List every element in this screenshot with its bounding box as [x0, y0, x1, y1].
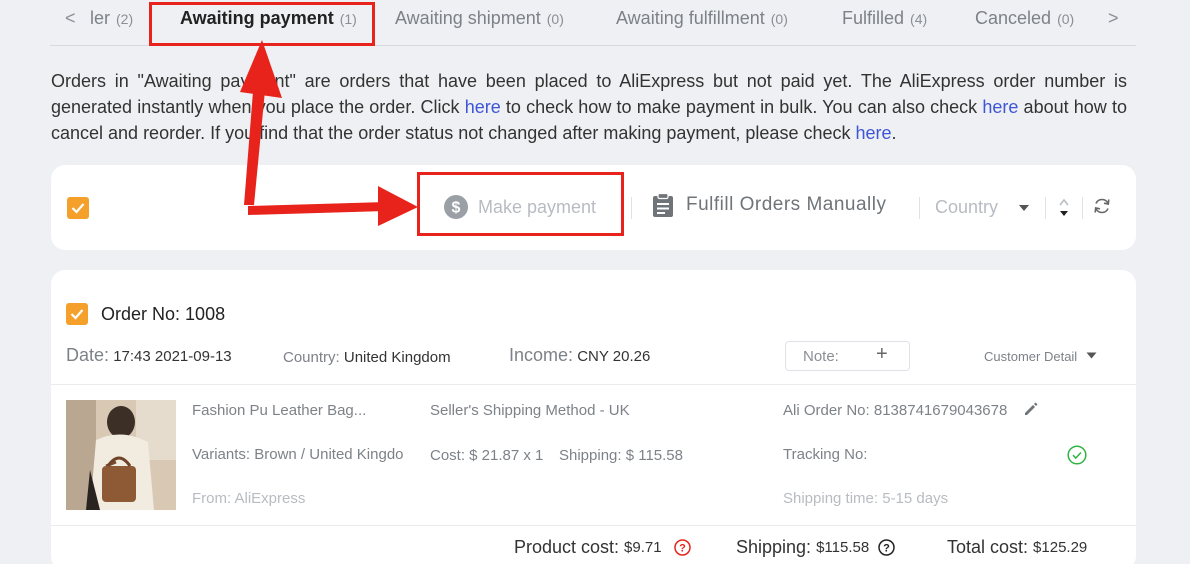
order-number: Order No: 1008 [101, 304, 225, 325]
tab-awaiting-shipment[interactable]: Awaiting shipment (0) [395, 8, 564, 29]
refresh-icon [1094, 198, 1110, 214]
tab-awaiting-order[interactable]: ler (2) [90, 8, 133, 29]
shipping-method[interactable]: Seller's Shipping Method - UK [430, 402, 630, 419]
order-country: Country: United Kingdom [283, 349, 451, 366]
sort-icon [1059, 198, 1069, 216]
note-label: Note: [803, 348, 839, 365]
product-variants: Variants: Brown / United Kingdo [192, 446, 404, 463]
order-date: Date: 17:43 2021-09-13 [66, 345, 232, 366]
edit-pencil-icon[interactable] [1023, 401, 1039, 417]
shipping-total-label: Shipping: [736, 537, 812, 557]
tab-awaiting-fulfillment[interactable]: Awaiting fulfillment (0) [616, 8, 788, 29]
product-source: From: AliExpress [192, 490, 306, 507]
fulfill-orders-manually-label: Fulfill Orders Manually [686, 194, 887, 215]
total-cost-label: Total cost: [947, 537, 1029, 557]
tab-count: (1) [339, 11, 357, 27]
order-date-value: 17:43 2021-09-13 [113, 348, 232, 365]
cancel-reorder-help-link[interactable]: here [982, 97, 1018, 117]
refresh-button[interactable] [1093, 197, 1111, 220]
tabs-next-arrow-icon[interactable]: > [1108, 8, 1119, 29]
tab-label: Awaiting fulfillment [616, 8, 765, 28]
tab-label: Canceled [975, 8, 1052, 28]
caret-down-icon [1019, 204, 1030, 211]
total-cost-value: $125.29 [1033, 539, 1088, 556]
product-image [66, 400, 176, 510]
make-payment-label: Make payment [478, 196, 597, 217]
product-cost-summary: Product cost: $9.71 ? [514, 537, 691, 558]
divider [1045, 197, 1046, 219]
product-thumbnail[interactable] [66, 400, 176, 510]
divider [51, 525, 1136, 526]
divider [631, 197, 632, 219]
svg-text:?: ? [679, 543, 686, 555]
help-question-icon[interactable]: ? [878, 539, 895, 556]
divider [919, 197, 920, 219]
tracking-number-label: Tracking No: [783, 446, 868, 463]
shipping-time: Shipping time: 5-15 days [783, 490, 949, 507]
order-number-value: 1008 [185, 304, 226, 324]
tab-canceled[interactable]: Canceled (0) [975, 8, 1074, 29]
country-filter-placeholder: Country [935, 197, 999, 217]
check-circle-icon [1067, 445, 1087, 465]
shipping-cost-summary: Shipping: $115.58 ? [736, 537, 895, 558]
order-income-label: Income: [509, 345, 574, 365]
status-tabs: < ler (2) Awaiting payment (1) Awaiting sh… [50, 0, 1136, 46]
tab-count: (2) [116, 11, 134, 27]
tab-count: (0) [770, 11, 788, 27]
status-not-changed-help-link[interactable]: here [855, 123, 891, 143]
tab-label: Fulfilled [842, 8, 905, 28]
checkmark-icon [70, 309, 84, 320]
tab-awaiting-payment[interactable]: Awaiting payment (1) [180, 8, 357, 29]
item-cost: Cost: $ 21.87 x 1 [430, 447, 544, 464]
desc-text: to check how to make payment in bulk. Yo… [500, 97, 983, 117]
order-country-label: Country: [283, 349, 340, 366]
order-number-label: Order No: [101, 304, 181, 324]
bulk-action-toolbar: $ Make payment Fulfill Orders Manually C… [51, 165, 1136, 250]
desc-text: . [891, 123, 897, 143]
product-name-link[interactable]: Fashion Pu Leather Bag... [192, 402, 366, 419]
order-date-label: Date: [66, 345, 110, 365]
make-payment-button[interactable]: $ Make payment [444, 192, 596, 222]
svg-text:?: ? [883, 543, 890, 555]
shipping-total-value: $115.58 [816, 539, 870, 556]
caret-down-icon [1086, 352, 1097, 358]
checkmark-icon [71, 203, 85, 214]
tab-label: ler [90, 8, 111, 28]
tab-count: (0) [1057, 11, 1075, 27]
select-all-checkbox[interactable] [67, 197, 89, 219]
warning-question-icon[interactable]: ? [673, 539, 691, 556]
bulk-payment-help-link[interactable]: here [465, 97, 501, 117]
order-checkbox[interactable] [66, 303, 88, 325]
svg-text:$: $ [452, 200, 461, 217]
tab-label: Awaiting payment [180, 8, 334, 28]
fulfill-orders-manually-button[interactable]: Fulfill Orders Manually [652, 193, 887, 217]
product-cost-label: Product cost: [514, 537, 620, 557]
tab-count: (4) [910, 11, 928, 27]
dollar-circle-icon: $ [444, 195, 468, 219]
tab-label: Awaiting shipment [395, 8, 541, 28]
divider [1082, 197, 1083, 219]
plus-icon: + [876, 343, 888, 365]
order-card: Order No: 1008 Date: 17:43 2021-09-13 Co… [51, 270, 1136, 564]
tabs-prev-arrow-icon[interactable]: < [65, 8, 76, 29]
product-cost-value: $9.71 [624, 539, 662, 556]
clipboard-icon [653, 193, 673, 217]
country-filter-select[interactable]: Country [935, 197, 1030, 218]
order-income: Income: CNY 20.26 [509, 345, 650, 366]
tab-count: (0) [546, 11, 564, 27]
customer-detail-label: Customer Detail [984, 349, 1078, 364]
divider [51, 384, 1136, 385]
order-income-value: CNY 20.26 [577, 348, 651, 365]
awaiting-payment-description: Orders in "Awaiting payment" are orders … [51, 68, 1127, 146]
add-note-button[interactable]: Note: + [785, 341, 910, 371]
total-cost-summary: Total cost: $125.29 [947, 537, 1087, 558]
customer-detail-toggle[interactable]: Customer Detail [984, 349, 1097, 364]
ali-order-number: Ali Order No: 8138741679043678 [783, 402, 1008, 419]
item-shipping-cost: Shipping: $ 115.58 [559, 447, 683, 464]
sort-toggle[interactable] [1057, 196, 1071, 220]
order-country-value: United Kingdom [343, 349, 451, 366]
tab-fulfilled[interactable]: Fulfilled (4) [842, 8, 927, 29]
